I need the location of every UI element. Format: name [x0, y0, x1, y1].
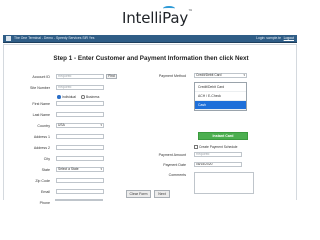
payment-schedule-label: Create Payment Schedule	[199, 145, 238, 149]
payment-method-value: Credit/Debit Card	[196, 73, 222, 77]
payment-schedule-checkbox[interactable]	[194, 145, 198, 149]
payment-amount-input[interactable]: Required	[194, 152, 242, 157]
account-id-label: Account ID	[32, 75, 50, 79]
logo-text-main: Intelli	[122, 9, 163, 27]
individual-label: Individual	[62, 95, 76, 99]
last-name-label: Last Name	[32, 113, 50, 117]
option-credit-debit[interactable]: Credit/Debit Card	[195, 83, 246, 92]
clear-form-button[interactable]: Clear Form	[126, 190, 151, 198]
trademark: ™	[188, 9, 193, 15]
payment-method-label: Payment Method	[158, 74, 186, 78]
instant-card-button[interactable]: Instant Card	[198, 132, 248, 140]
find-button[interactable]: Find	[106, 74, 117, 79]
chevron-down-icon: ▾	[100, 167, 102, 171]
business-radio[interactable]	[81, 95, 85, 99]
email-input[interactable]	[56, 189, 104, 194]
address1-input[interactable]	[56, 134, 104, 139]
business-label: Business	[86, 95, 100, 99]
payment-method-dropdown: Credit/Debit Card ACH / E-Check Cash	[194, 82, 247, 111]
terminal-title: The One Terminal - Demo - Speedy Service…	[14, 36, 95, 40]
comments-label: Comments	[168, 173, 186, 177]
step-title: Step 1 - Enter Customer and Payment Info…	[53, 55, 249, 62]
zip-label: Zip Code	[35, 179, 50, 183]
site-number-label: Site Number	[30, 86, 50, 90]
first-name-label: First Name	[32, 102, 50, 106]
last-name-input[interactable]	[56, 112, 104, 117]
city-input[interactable]	[56, 156, 104, 161]
address2-label: Address 2	[33, 146, 50, 150]
option-ach-echeck[interactable]: ACH / E-Check	[195, 92, 246, 101]
next-button[interactable]: Next	[154, 190, 170, 198]
logo-text-accent: Pay	[162, 6, 188, 27]
chevron-down-icon: ▾	[243, 73, 245, 77]
zip-input[interactable]	[56, 178, 104, 183]
payment-amount-label: Payment Amount	[158, 153, 186, 157]
account-id-input[interactable]: Required	[56, 74, 104, 79]
logout-link[interactable]: Logout	[284, 36, 294, 40]
state-label: State	[41, 168, 50, 172]
state-select[interactable]: Select a State ▾	[56, 167, 104, 172]
option-cash[interactable]: Cash	[195, 101, 246, 110]
country-value: USA	[58, 123, 65, 127]
payment-method-select[interactable]: Credit/Debit Card ▾	[194, 73, 247, 78]
address2-input[interactable]	[56, 145, 104, 150]
phone-label: Phone	[39, 201, 50, 205]
comments-textarea[interactable]	[194, 172, 254, 194]
country-select[interactable]: USA ▾	[56, 123, 104, 128]
home-icon[interactable]	[6, 36, 11, 41]
city-label: City	[43, 157, 50, 161]
phone-input[interactable]	[55, 199, 103, 201]
login-user: Login: sample.te	[256, 36, 281, 40]
address1-label: Address 1	[33, 135, 50, 139]
top-bar: The One Terminal - Demo - Speedy Service…	[3, 35, 297, 43]
payment-date-input[interactable]: 08/15/2020	[194, 162, 242, 167]
chevron-down-icon: ▾	[100, 123, 102, 127]
individual-radio[interactable]	[57, 95, 61, 99]
country-label: Country	[37, 124, 50, 128]
email-label: Email	[41, 190, 50, 194]
site-number-input[interactable]: Required	[56, 85, 104, 90]
first-name-input[interactable]	[56, 101, 104, 106]
payment-date-label: Payment Date	[163, 163, 186, 167]
logo-swoosh-icon	[163, 6, 176, 11]
intellipay-logo: Intelli Pay™	[122, 6, 193, 27]
state-value: Select a State	[58, 167, 79, 171]
